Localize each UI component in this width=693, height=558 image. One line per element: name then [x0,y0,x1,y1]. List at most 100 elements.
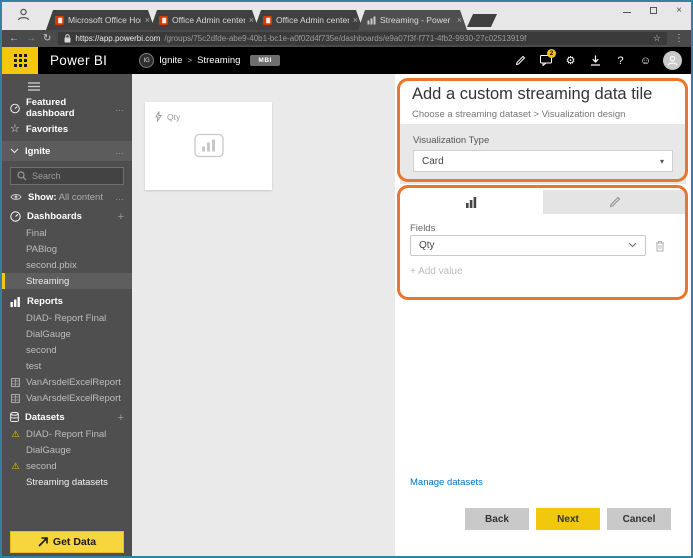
sidebar-dashboard-final[interactable]: Final [2,225,132,241]
search-input[interactable] [32,171,112,181]
browser-titlebar: Microsoft Office Home × Office Admin cen… [2,2,691,30]
tab-fields[interactable] [399,190,543,214]
remove-field-trash-icon[interactable] [655,239,665,257]
feedback-icon[interactable]: 2 [533,47,558,74]
qty-tile[interactable]: Qty [145,102,272,190]
sidebar-dashboard-streaming[interactable]: Streaming [2,273,132,289]
sidebar-dashboard-secondpbix[interactable]: second.pbix [2,257,132,273]
office-favicon [263,16,272,25]
more-options-icon[interactable]: … [115,103,124,113]
tab-office-home[interactable]: Microsoft Office Home × [46,10,155,30]
add-value-link[interactable]: + Add value [410,266,463,277]
sidebar-dataset-streaming-datasets[interactable]: Streaming datasets [2,474,132,490]
arrow-up-right-icon [38,537,48,547]
tab-admin-center-2[interactable]: Office Admin center - Ho × [254,10,363,30]
classification-badge: MBI [250,55,279,66]
add-dataset-icon[interactable]: + [118,412,124,424]
more-options-icon[interactable]: … [115,192,124,202]
browser-address-bar: ← → ↻ https://app.powerbi.com/groups/75c… [2,30,691,47]
minimize-button[interactable] [619,4,635,16]
tab-close-icon[interactable]: × [457,15,462,25]
breadcrumb: IG Ignite > Streaming MBI [139,53,280,68]
sidebar-section-dashboards[interactable]: Dashboards + [2,208,132,225]
eye-icon [10,193,22,201]
sidebar-dashboard-pablog[interactable]: PABlog [2,241,132,257]
sidebar-item-favorites[interactable]: ☆ Favorites [2,121,132,137]
bookmark-star-icon[interactable]: ☆ [653,33,661,44]
back-icon[interactable]: ← [9,34,19,44]
settings-gear-icon[interactable]: ⚙ [558,47,583,74]
breadcrumb-workspace[interactable]: Ignite [159,55,182,66]
tab-streaming-powerbi[interactable]: Streaming - Power BI × [358,10,467,30]
window-controls: × [619,4,687,16]
tab-title: Office Admin center - Ho [276,15,349,25]
maximize-button[interactable] [645,4,661,16]
tab-close-icon[interactable]: × [145,15,150,25]
manage-datasets-link[interactable]: Manage datasets [410,477,483,488]
star-icon: ☆ [10,124,20,135]
edit-pencil-icon[interactable] [508,47,533,74]
download-icon[interactable] [583,47,608,74]
tab-title: Streaming - Power BI [380,15,453,25]
add-streaming-tile-panel: Add a custom streaming data tile Choose … [395,74,691,556]
powerbi-top-nav: Power BI IG Ignite > Streaming MBI 2 ⚙ ?… [2,47,691,74]
breadcrumb-page[interactable]: Streaming [197,55,240,66]
search-icon [17,171,27,181]
next-button[interactable]: Next [536,508,600,530]
sidebar-dataset-dialgauge[interactable]: DialGauge [2,442,132,458]
bar-chart-icon [10,297,21,307]
close-button[interactable]: × [671,4,687,16]
forward-icon[interactable]: → [26,34,36,44]
tab-close-icon[interactable]: × [353,15,358,25]
browser-window: Microsoft Office Home × Office Admin cen… [0,0,693,558]
tab-format[interactable] [543,190,687,214]
streaming-lightning-icon [155,111,162,122]
tab-strip: Microsoft Office Home × Office Admin cen… [46,10,494,30]
viz-type-dropdown[interactable]: Card ▾ [413,150,673,172]
url-field[interactable]: https://app.powerbi.com/groups/75c2dfde-… [58,32,667,45]
browser-profile-icon[interactable] [16,7,31,27]
smiley-feedback-icon[interactable]: ☺ [633,47,658,74]
new-tab-button[interactable] [467,14,497,27]
gauge-icon [10,103,20,114]
show-label: Show: [28,192,57,203]
chevron-down-icon [10,148,19,154]
app-launcher-waffle-icon[interactable] [2,47,38,74]
browser-menu-icon[interactable]: ⋮ [674,33,684,44]
sidebar-dataset-diad[interactable]: ⚠ DIAD- Report Final [2,426,132,442]
sidebar-report-test[interactable]: test [2,358,132,374]
sidebar-workspace-ignite[interactable]: Ignite … [2,141,132,161]
sidebar-report-vanarsdel-1[interactable]: VanArsdelExcelReport [2,374,132,390]
sidebar-search[interactable] [10,167,124,185]
sidebar-show-filter[interactable]: Show: All content … [2,189,132,205]
add-dashboard-icon[interactable]: + [118,211,124,223]
field-value: Qty [419,240,435,251]
powerbi-brand[interactable]: Power BI [50,53,107,68]
dropdown-caret-icon: ▾ [660,157,664,166]
sidebar-report-second[interactable]: second [2,342,132,358]
back-button[interactable]: Back [465,508,529,530]
sidebar-section-datasets[interactable]: Datasets + [2,409,132,426]
sidebar-report-dialgauge[interactable]: DialGauge [2,326,132,342]
featured-label: Featured dashboard [26,97,109,119]
tile-title: Qty [167,112,180,122]
sidebar-report-vanarsdel-2[interactable]: VanArsdelExcelReport [2,390,132,406]
help-icon[interactable]: ? [608,47,633,74]
sidebar-section-reports[interactable]: Reports [2,293,132,310]
hamburger-menu-icon[interactable] [28,82,40,94]
cancel-button[interactable]: Cancel [607,508,671,530]
workspace-label: Ignite [25,146,50,157]
field-dropdown[interactable]: Qty [410,235,646,256]
get-data-button[interactable]: Get Data [10,531,124,553]
tab-close-icon[interactable]: × [249,15,254,25]
sidebar-item-featured-dashboard[interactable]: Featured dashboard … [2,100,132,116]
refresh-icon[interactable]: ↻ [43,34,51,44]
user-avatar[interactable] [663,51,682,70]
sidebar-dataset-second[interactable]: ⚠ second [2,458,132,474]
visualization-type-section: Visualization Type Card ▾ [400,124,686,184]
more-options-icon[interactable]: … [115,146,124,156]
sidebar-report-diad[interactable]: DIAD- Report Final [2,310,132,326]
workspace-avatar[interactable]: IG [139,53,154,68]
dataset-label: second [26,461,57,472]
tab-admin-center-1[interactable]: Office Admin center - Co × [150,10,259,30]
